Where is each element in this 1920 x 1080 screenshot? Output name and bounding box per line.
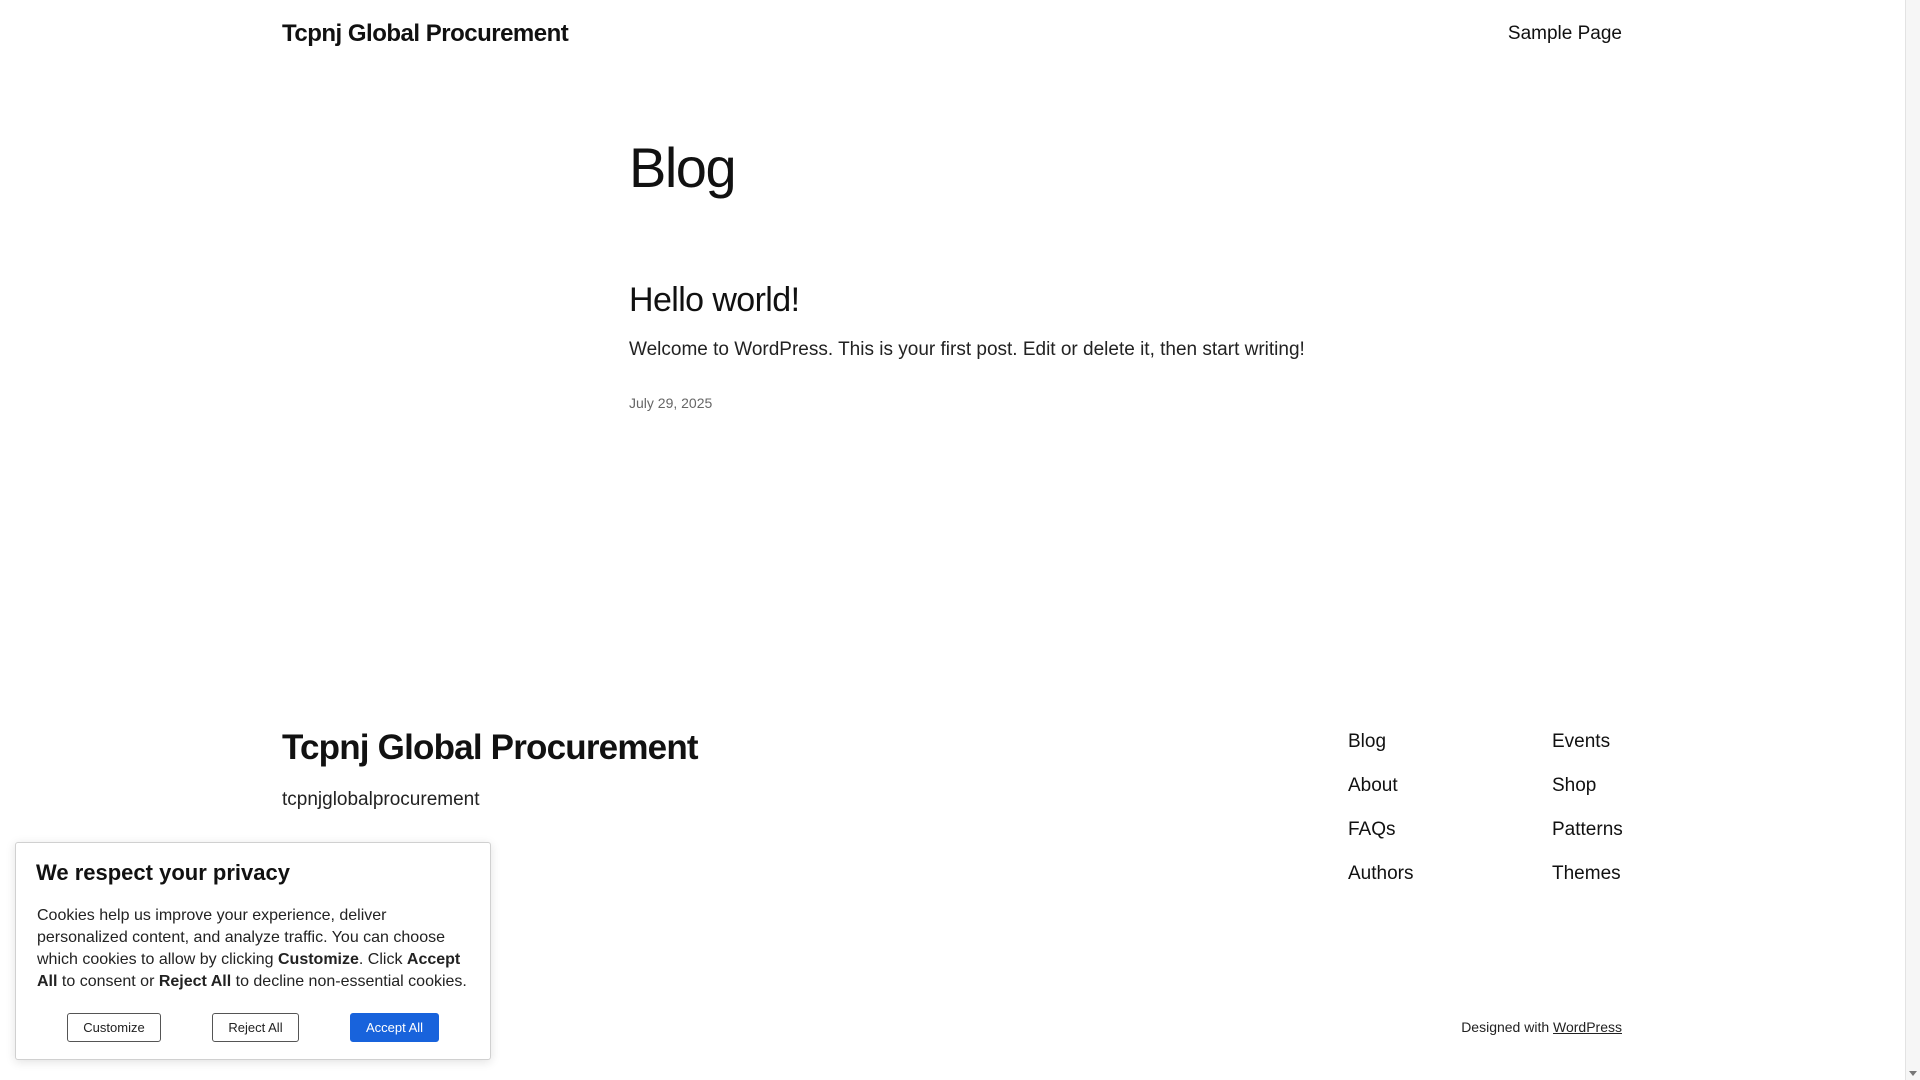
cookie-text-part: to consent or bbox=[57, 973, 159, 990]
wordpress-link[interactable]: WordPress bbox=[1553, 1019, 1622, 1035]
page-title: Blog bbox=[629, 136, 737, 199]
footer-credit: Designed with WordPress bbox=[1461, 1019, 1622, 1035]
footer-nav-column-1: Blog About FAQs Authors bbox=[1348, 730, 1413, 886]
cookie-customize-button[interactable]: Customize bbox=[67, 1013, 161, 1042]
post-date: July 29, 2025 bbox=[629, 395, 713, 411]
footer-link-patterns[interactable]: Patterns bbox=[1552, 818, 1623, 842]
footer-link-authors[interactable]: Authors bbox=[1348, 862, 1413, 886]
cookie-text-bold-customize: Customize bbox=[278, 951, 359, 968]
footer-nav-column-2: Events Shop Patterns Themes bbox=[1552, 730, 1623, 886]
cookie-text-part: to decline non-essential cookies. bbox=[231, 973, 467, 990]
scroll-down-arrow-icon[interactable] bbox=[1909, 1071, 1917, 1076]
cookie-accept-all-button[interactable]: Accept All bbox=[350, 1013, 439, 1042]
post-title-link[interactable]: Hello world! bbox=[629, 281, 800, 320]
credit-prefix: Designed with bbox=[1461, 1019, 1554, 1035]
cookie-consent-banner: We respect your privacy Cookies help us … bbox=[15, 842, 491, 1060]
footer-link-shop[interactable]: Shop bbox=[1552, 774, 1623, 798]
cookie-banner-heading: We respect your privacy bbox=[36, 860, 290, 885]
site-title-link[interactable]: Tcpnj Global Procurement bbox=[282, 20, 569, 48]
footer-link-blog[interactable]: Blog bbox=[1348, 730, 1413, 754]
footer-tagline: tcpnjglobalprocurement bbox=[282, 789, 480, 810]
cookie-text-part: . Click bbox=[358, 951, 407, 968]
footer-link-events[interactable]: Events bbox=[1552, 730, 1623, 754]
footer-link-faqs[interactable]: FAQs bbox=[1348, 818, 1413, 842]
cookie-text-bold-reject: Reject All bbox=[158, 973, 232, 990]
cookie-banner-text: Cookies help us improve your experience,… bbox=[37, 905, 477, 993]
footer-link-themes[interactable]: Themes bbox=[1552, 862, 1623, 886]
post-excerpt: Welcome to WordPress. This is your first… bbox=[629, 339, 1305, 360]
page-scrollbar[interactable] bbox=[1905, 0, 1920, 1080]
footer-link-about[interactable]: About bbox=[1348, 774, 1413, 798]
nav-link-sample-page[interactable]: Sample Page bbox=[1508, 23, 1622, 45]
footer-site-title-link[interactable]: Tcpnj Global Procurement bbox=[282, 728, 699, 768]
cookie-reject-all-button[interactable]: Reject All bbox=[212, 1013, 299, 1042]
